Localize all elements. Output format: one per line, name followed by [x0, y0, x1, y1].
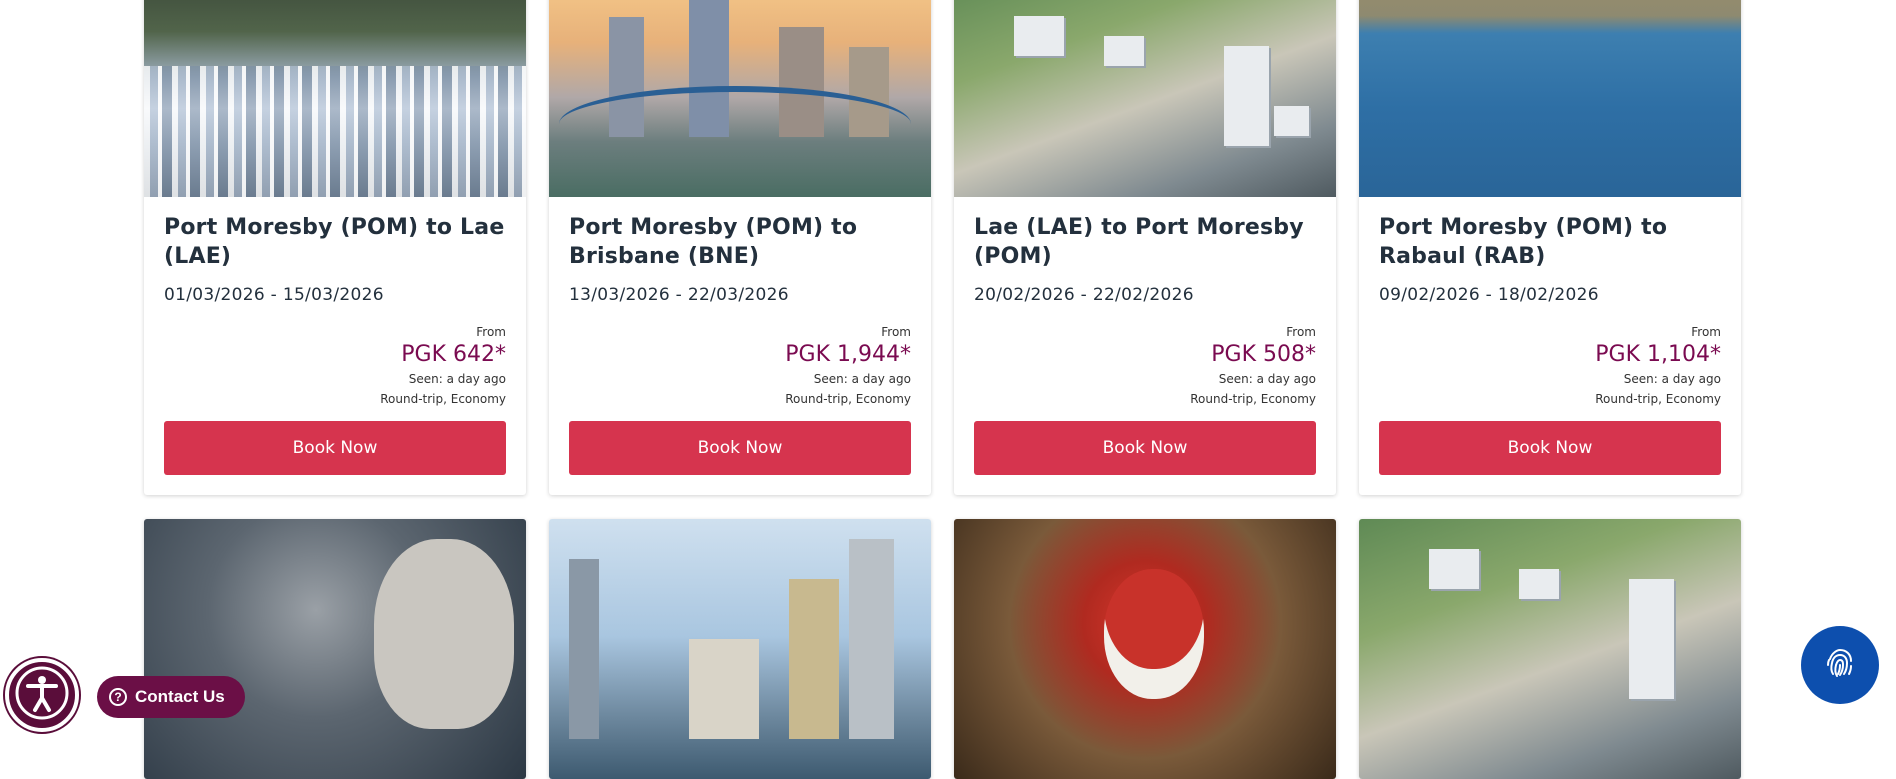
deals-grid: Port Moresby (POM) to Lae (LAE) 01/03/20… — [144, 0, 1742, 779]
from-label: From — [1286, 325, 1316, 339]
deal-price: PGK 508* — [1211, 342, 1316, 367]
book-now-button[interactable]: Book Now — [164, 421, 506, 475]
trip-type: Round-trip, Economy — [1595, 392, 1721, 406]
deal-dates: 09/02/2026 - 18/02/2026 — [1379, 285, 1599, 305]
price-block: From PGK 1,104* Seen: a day ago Round-tr… — [1379, 325, 1721, 409]
seen-label: Seen: a day ago — [813, 372, 911, 386]
deal-route[interactable]: Lae (LAE) to Port Moresby (POM) — [974, 197, 1316, 271]
deal-route[interactable]: Port Moresby (POM) to Rabaul (RAB) — [1379, 197, 1721, 271]
deal-image-waterfall[interactable] — [144, 0, 526, 197]
price-block: From PGK 1,944* Seen: a day ago Round-tr… — [569, 325, 911, 409]
deal-card: Port Moresby (POM) to Rabaul (RAB) 09/02… — [1359, 0, 1741, 495]
contact-us-button[interactable]: ? Contact Us — [97, 676, 245, 718]
price-block: From PGK 508* Seen: a day ago Round-trip… — [974, 325, 1316, 409]
seen-label: Seen: a day ago — [1218, 372, 1316, 386]
trip-type: Round-trip, Economy — [380, 392, 506, 406]
deal-route[interactable]: Port Moresby (POM) to Brisbane (BNE) — [569, 197, 911, 271]
seen-label: Seen: a day ago — [408, 372, 506, 386]
deal-card — [549, 519, 931, 779]
deal-dates: 13/03/2026 - 22/03/2026 — [569, 285, 789, 305]
from-label: From — [881, 325, 911, 339]
deal-card: Lae (LAE) to Port Moresby (POM) 20/02/20… — [954, 0, 1336, 495]
book-now-button[interactable]: Book Now — [569, 421, 911, 475]
book-now-button[interactable]: Book Now — [1379, 421, 1721, 475]
accessibility-button[interactable] — [5, 658, 79, 732]
deal-price: PGK 1,944* — [785, 342, 911, 367]
from-label: From — [1691, 325, 1721, 339]
book-now-button[interactable]: Book Now — [974, 421, 1316, 475]
price-block: From PGK 642* Seen: a day ago Round-trip… — [164, 325, 506, 409]
deal-card: Port Moresby (POM) to Brisbane (BNE) 13/… — [549, 0, 931, 495]
deal-dates: 01/03/2026 - 15/03/2026 — [164, 285, 384, 305]
fingerprint-icon — [1822, 645, 1858, 685]
deal-image-brisbane[interactable] — [549, 0, 931, 197]
deal-card — [954, 519, 1336, 779]
deal-image-painted-face[interactable] — [954, 519, 1336, 779]
trip-type: Round-trip, Economy — [785, 392, 911, 406]
deal-card — [1359, 519, 1741, 779]
deal-image-ocean[interactable] — [1359, 0, 1741, 197]
deal-card: Port Moresby (POM) to Lae (LAE) 01/03/20… — [144, 0, 526, 495]
deal-image-mask[interactable] — [144, 519, 526, 779]
from-label: From — [476, 325, 506, 339]
help-icon: ? — [109, 688, 127, 706]
contact-us-label: Contact Us — [135, 687, 225, 706]
deal-route[interactable]: Port Moresby (POM) to Lae (LAE) — [164, 197, 506, 271]
deal-image-aerial-2[interactable] — [1359, 519, 1741, 779]
deal-card — [144, 519, 526, 779]
seen-label: Seen: a day ago — [1623, 372, 1721, 386]
deal-image-harbour[interactable] — [549, 519, 931, 779]
deal-price: PGK 642* — [401, 342, 506, 367]
accessibility-icon — [14, 665, 70, 725]
trip-type: Round-trip, Economy — [1190, 392, 1316, 406]
deal-price: PGK 1,104* — [1595, 342, 1721, 367]
deal-image-aerial[interactable] — [954, 0, 1336, 197]
deal-dates: 20/02/2026 - 22/02/2026 — [974, 285, 1194, 305]
fingerprint-button[interactable] — [1801, 626, 1879, 704]
